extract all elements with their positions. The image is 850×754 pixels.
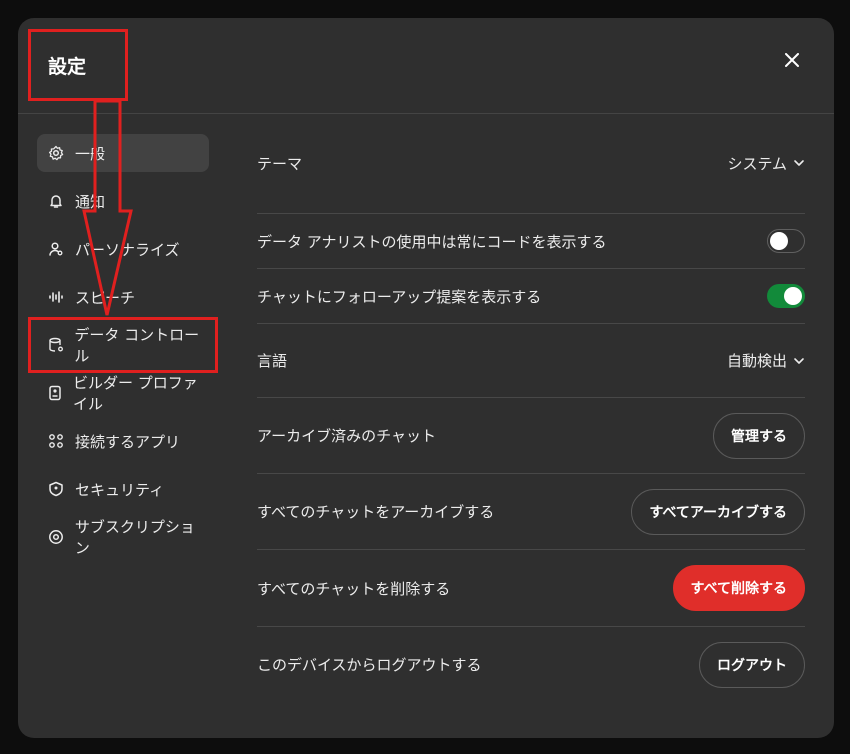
sidebar-item-label: 通知 [75, 192, 106, 211]
sidebar-item-general[interactable]: 一般 [37, 134, 209, 172]
sidebar-item-label: セキュリティ [75, 480, 165, 499]
dropdown-value: 自動検出 [726, 352, 787, 370]
sidebar-item-builder-profile[interactable]: ビルダー プロファイル [37, 374, 209, 413]
setting-row-archive-all: すべてのチャットをアーカイブする すべてアーカイブする [257, 474, 805, 550]
settings-dialog: 設定 一般 通知 パーソナライズ スピーチ データ コントロール ビルダー プロ… [18, 18, 834, 738]
bell-icon [47, 192, 65, 210]
sidebar-item-connected-apps[interactable]: 接続するアプリ [37, 422, 209, 460]
show-code-toggle[interactable] [767, 229, 805, 253]
language-dropdown[interactable]: 自動検出 [727, 350, 805, 371]
followup-suggestions-toggle[interactable] [767, 284, 805, 308]
sidebar-item-personalize[interactable]: パーソナライズ [37, 230, 209, 268]
annotation-title-highlight [28, 29, 128, 101]
setting-row-language: 言語 自動検出 [257, 324, 805, 398]
setting-label: チャットにフォローアップ提案を表示する [257, 287, 542, 306]
apps-grid-icon [47, 432, 65, 450]
setting-label: すべてのチャットをアーカイブする [257, 503, 495, 521]
delete-all-button[interactable]: すべて削除する [672, 565, 805, 611]
sidebar-item-security[interactable]: セキュリティ [37, 470, 209, 508]
setting-row-archived: アーカイブ済みのチャット 管理する [257, 398, 805, 474]
setting-row-code-toggle: データ アナリストの使用中は常にコードを表示する [257, 214, 805, 269]
setting-label: データ アナリストの使用中は常にコードを表示する [257, 232, 607, 251]
sidebar-item-speech[interactable]: スピーチ [37, 278, 209, 316]
toggle-knob [784, 287, 802, 305]
sidebar-item-label: 接続するアプリ [75, 432, 181, 451]
setting-label: テーマ [257, 154, 303, 173]
toggle-knob [770, 232, 788, 250]
person-icon [47, 240, 65, 258]
close-icon [785, 53, 799, 67]
setting-label: 言語 [257, 352, 288, 370]
manage-archived-button[interactable]: 管理する [713, 412, 805, 459]
settings-panel: テーマ システム データ アナリストの使用中は常にコードを表示する チャットにフ… [257, 113, 805, 702]
subscription-gear-icon [47, 528, 65, 546]
sidebar-item-label: スピーチ [75, 288, 136, 307]
dropdown-value: システム [727, 154, 787, 173]
logout-button[interactable]: ログアウト [699, 641, 805, 688]
setting-label: すべてのチャットを削除する [257, 579, 451, 598]
sidebar-item-label: サブスクリプション [74, 518, 195, 557]
sidebar-item-label: ビルダー プロファイル [73, 374, 198, 413]
chevron-down-icon [794, 160, 804, 166]
close-button[interactable] [780, 48, 804, 72]
waveform-icon [47, 288, 65, 306]
setting-row-delete-all: すべてのチャットを削除する すべて削除する [257, 550, 805, 627]
setting-label: アーカイブ済みのチャット [257, 427, 436, 445]
sidebar-item-label: パーソナライズ [75, 240, 180, 259]
setting-row-followup-toggle: チャットにフォローアップ提案を表示する [257, 269, 805, 324]
annotation-data-controls-highlight [28, 317, 218, 373]
sidebar-item-label: 一般 [75, 144, 106, 163]
gear-icon [47, 144, 65, 162]
sidebar-item-notifications[interactable]: 通知 [37, 182, 209, 220]
chevron-down-icon [794, 357, 804, 364]
id-card-icon [47, 384, 63, 402]
sidebar-item-subscription[interactable]: サブスクリプション [37, 518, 209, 557]
shield-icon [47, 480, 65, 498]
setting-row-theme: テーマ システム [257, 113, 805, 214]
dialog-header: 設定 [18, 18, 834, 114]
archive-all-button[interactable]: すべてアーカイブする [631, 488, 805, 535]
theme-dropdown[interactable]: システム [727, 153, 805, 174]
setting-label: このデバイスからログアウトする [257, 656, 482, 674]
setting-row-logout: このデバイスからログアウトする ログアウト [257, 627, 805, 702]
